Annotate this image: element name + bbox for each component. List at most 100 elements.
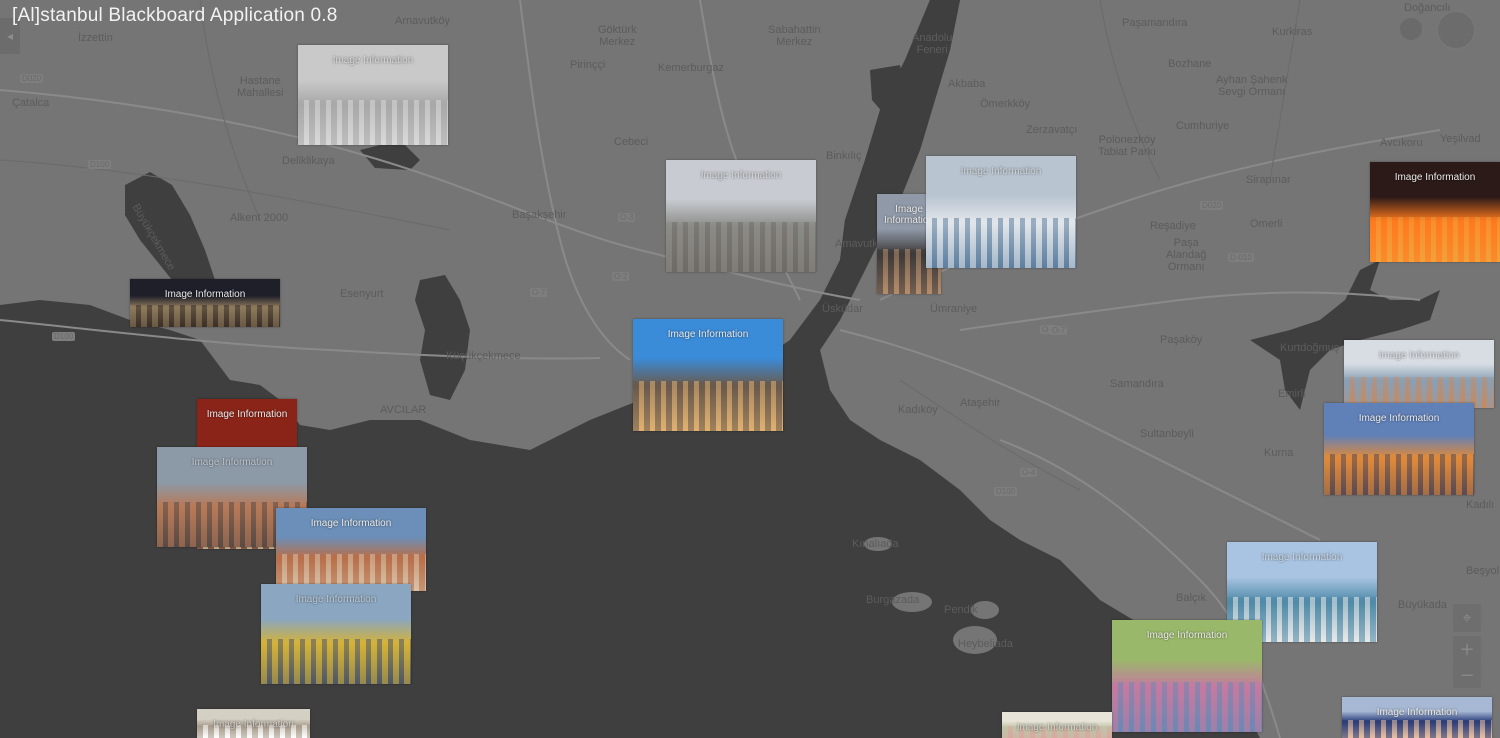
place-label: Beşyol <box>1466 565 1500 577</box>
compass-icon[interactable] <box>1400 18 1422 40</box>
place-label: Paşaköy <box>1160 334 1203 346</box>
place-label: Deliklikaya <box>282 155 335 167</box>
place-label: Doğancılı <box>1404 2 1451 14</box>
image-information-label[interactable]: Image Information <box>298 55 448 66</box>
place-label: Reşadiye <box>1150 220 1196 232</box>
zoom-out-button[interactable]: − <box>1453 662 1481 688</box>
place-label: Avcıkoru <box>1380 137 1423 149</box>
place-label: Sabahattin Merkez <box>768 24 821 48</box>
image-information-label[interactable]: Image Information <box>1344 350 1494 361</box>
crosshair-icon: ⌖ <box>1462 608 1472 627</box>
place-label: İzzettin <box>78 32 113 44</box>
place-label: Paşa Alandağ Ormanı <box>1166 237 1207 273</box>
image-information-label[interactable]: Image Information <box>1227 552 1377 563</box>
photo-image <box>298 100 448 145</box>
my-location-button[interactable]: ⌖ <box>1453 604 1481 632</box>
place-label: Kemerburgaz <box>658 62 725 74</box>
place-label: Kurna <box>1264 447 1294 459</box>
place-label: Ümraniye <box>930 303 978 315</box>
road-shield: O-7 <box>530 288 548 297</box>
road-shield: O-7 <box>1050 326 1068 335</box>
image-information-label[interactable]: Image Information <box>1002 722 1112 733</box>
place-label: Akbaba <box>948 78 986 90</box>
place-label: Cebeci <box>614 136 649 148</box>
photo-image <box>1370 217 1500 262</box>
photo-thumbnail[interactable]: Image Information <box>1112 620 1262 732</box>
place-label: Polonezköy Tabiat Parkı <box>1098 134 1157 158</box>
photo-image <box>1342 719 1492 738</box>
place-label: Pirinççi <box>570 59 606 71</box>
road-shield: D100 <box>52 332 76 341</box>
road-shield: O-4 <box>1020 468 1038 477</box>
place-label: Esenyurt <box>340 288 384 300</box>
image-information-label[interactable]: Image Information <box>276 518 426 529</box>
place-label: Binkılıç <box>826 150 862 162</box>
place-label: Balçık <box>1176 592 1206 604</box>
image-information-label[interactable]: Image Information <box>157 457 307 468</box>
photo-thumbnail[interactable]: Image Information <box>633 319 783 431</box>
place-label: Paşamandıra <box>1122 17 1188 29</box>
photo-thumbnail[interactable]: Image Information <box>1344 340 1494 408</box>
image-information-label[interactable]: Image Information <box>1112 630 1262 641</box>
road-shield: D020 <box>1200 201 1224 210</box>
photo-thumbnail[interactable]: Image Information <box>1342 697 1492 738</box>
road-shield: O-3 <box>618 213 636 222</box>
image-information-label[interactable]: Image Information <box>261 594 411 605</box>
photo-image <box>666 221 816 272</box>
photo-thumbnail[interactable]: Image Information <box>1370 162 1500 262</box>
place-label: Sultanbeyli <box>1140 428 1194 440</box>
road-shield: D020 <box>20 74 44 83</box>
image-information-label[interactable]: Image Information <box>633 329 783 340</box>
place-label: Heybeliada <box>958 638 1014 650</box>
place-label: Yeşilvad <box>1440 133 1481 145</box>
place-label: Başakşehir <box>512 209 567 221</box>
place-label: Emirli <box>1278 388 1306 400</box>
photo-thumbnail[interactable]: Image Information <box>130 279 280 327</box>
photo-thumbnail[interactable]: Image Information <box>261 584 411 684</box>
image-information-label[interactable]: Image Information <box>1342 707 1492 718</box>
photo-thumbnail[interactable]: Image Information <box>926 156 1076 268</box>
photo-thumbnail[interactable]: Image Information <box>276 508 426 591</box>
photo-image <box>261 639 411 684</box>
place-label: Ömerkköy <box>980 98 1031 110</box>
place-label: Üsküdar <box>822 303 863 315</box>
photo-image <box>130 305 280 327</box>
photo-thumbnail[interactable]: Image Information <box>1324 403 1474 495</box>
photo-thumbnail[interactable]: Image Information <box>1002 712 1112 738</box>
image-information-label[interactable]: Image Information <box>666 170 816 181</box>
chevron-left-icon: ◂ <box>6 29 14 43</box>
place-label: Sirapınar <box>1246 174 1291 186</box>
road-shield: D100 <box>88 160 112 169</box>
road-shield: O-2 <box>612 272 630 281</box>
place-label: Kurkiras <box>1272 26 1313 38</box>
place-label: Anadolu Feneri <box>912 32 953 56</box>
place-label: Kurtdoğmuş <box>1280 342 1340 354</box>
image-information-label[interactable]: Image Information <box>130 289 280 300</box>
image-information-label[interactable]: Image Information <box>197 719 310 730</box>
place-label: Ayhan Şahenk Sevgi Ormanı <box>1216 74 1288 98</box>
place-label: Cumhuriye <box>1176 120 1230 132</box>
place-label: Alkent 2000 <box>230 212 289 224</box>
place-label: Hastane Mahallesi <box>237 75 284 99</box>
rotate-control-icon[interactable] <box>1436 10 1476 50</box>
photo-thumbnail[interactable]: Image Information <box>197 709 310 738</box>
place-label: Küçükçekmece <box>446 350 521 362</box>
place-label: Büyükada <box>1398 599 1447 611</box>
place-label: Arnavutköy <box>395 15 451 27</box>
image-information-label[interactable]: Image Information <box>197 409 297 420</box>
place-label: Burgazada <box>866 594 920 606</box>
image-information-label[interactable]: Image Information <box>926 166 1076 177</box>
place-label: Omerli <box>1250 218 1283 230</box>
place-label: Pendik <box>944 604 978 616</box>
place-label: Çatalca <box>12 97 50 109</box>
photo-image <box>633 380 783 431</box>
place-label: Kadılı <box>1466 499 1495 511</box>
photo-thumbnail[interactable]: Image Information <box>666 160 816 272</box>
zoom-in-button[interactable]: + <box>1453 636 1481 662</box>
place-label: Zerzavatçı <box>1026 124 1078 136</box>
image-information-label[interactable]: Image Information <box>1324 413 1474 424</box>
road-shield: D-010 <box>1228 253 1254 262</box>
image-information-label[interactable]: Image Information <box>1370 172 1500 183</box>
photo-thumbnail[interactable]: Image Information <box>298 45 448 145</box>
place-label: Bozhane <box>1168 58 1212 70</box>
